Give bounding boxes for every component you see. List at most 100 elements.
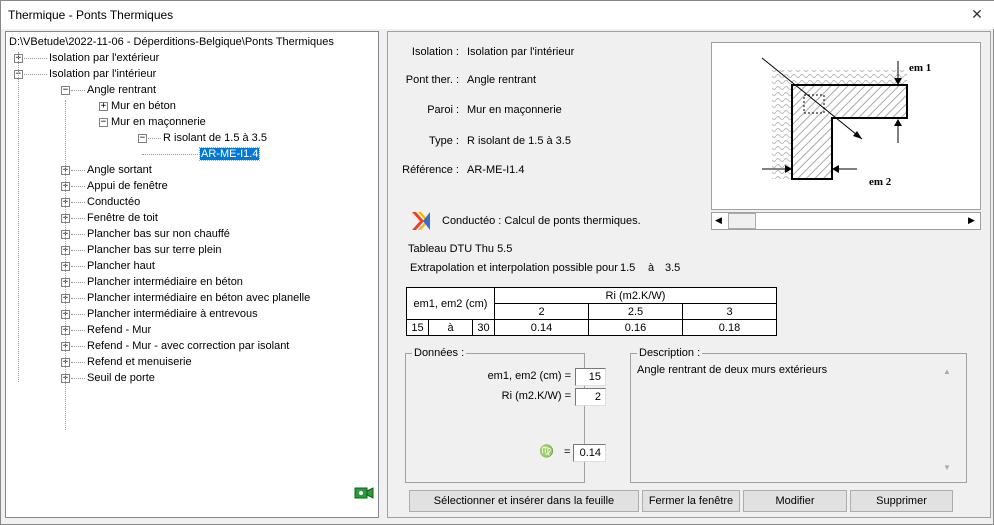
tree-item-label: AR-ME-I1.4 [198, 147, 261, 161]
donnees-legend: Données : [414, 347, 465, 359]
tree-connector [71, 298, 85, 299]
col-header-em: em1, em2 (cm) [406, 287, 495, 320]
tree-connector [71, 170, 85, 171]
tree-item[interactable]: Angle sortant [87, 162, 152, 178]
psi-cell: 0.16 [588, 319, 683, 336]
scroll-right-icon[interactable]: ▶ [968, 215, 975, 226]
ri-input[interactable]: 2 [575, 388, 606, 406]
tree-item[interactable]: Appui de fenêtre [87, 178, 168, 194]
tree-item[interactable]: Plancher haut [87, 258, 155, 274]
select-insert-button[interactable]: Sélectionner et insérer dans la feuille [409, 490, 639, 512]
tree-item[interactable]: Plancher intermédiaire à entrevous [87, 306, 258, 322]
tree-item-label: Plancher bas sur terre plein [87, 244, 222, 256]
window-title: Thermique - Ponts Thermiques [8, 8, 174, 22]
tree-item[interactable]: Refend et menuiserie [87, 354, 192, 370]
tree-connector [71, 266, 85, 267]
close-window-button[interactable]: Fermer la fenêtre [642, 490, 740, 512]
scroll-thumb[interactable] [728, 213, 756, 229]
info-value: R isolant de 1.5 à 3.5 [467, 135, 571, 147]
collapse-icon[interactable]: − [138, 134, 147, 143]
extrapolation-max: 3.5 [665, 262, 681, 274]
tree-connector [71, 202, 85, 203]
em2-label: em 2 [869, 176, 892, 188]
ri-value: 2.5 [588, 303, 683, 320]
tree-item-label: Refend et menuiserie [87, 356, 192, 368]
tree-item[interactable]: Plancher intermédiaire en béton avec pla… [87, 290, 310, 306]
em-input[interactable]: 15 [575, 368, 606, 386]
info-label: Référence : [402, 164, 459, 176]
tree-connector [71, 282, 85, 283]
modify-button[interactable]: Modifier [743, 490, 847, 512]
tree-item[interactable]: Conductéo [87, 194, 140, 210]
tree-item[interactable]: Plancher bas sur non chauffé [87, 226, 230, 242]
tree-item[interactable]: Angle rentrant [87, 82, 156, 98]
tree-connector [24, 58, 47, 59]
info-value: Angle rentrant [467, 74, 537, 86]
tree-connector [71, 186, 85, 187]
tree-item-label: Plancher intermédiaire en béton [87, 276, 243, 288]
info-label: Type : [429, 135, 459, 147]
scroll-up-icon[interactable]: ▲ [943, 367, 951, 376]
tree-connector [65, 100, 66, 430]
tree-item[interactable]: Refend - Mur - avec correction par isola… [87, 338, 289, 354]
ri-value: 2 [494, 303, 589, 320]
extrapolation-text: Extrapolation et interpolation possible … [410, 262, 618, 274]
tree-item-label: Seuil de porte [87, 372, 155, 384]
psi-cell: 0.14 [494, 319, 589, 336]
conducteo-text: Conductéo : Calcul de ponts thermiques. [442, 215, 641, 227]
close-button[interactable]: ✕ [967, 6, 987, 24]
tree-item[interactable]: Plancher bas sur terre plein [87, 242, 222, 258]
tree-item[interactable]: Isolation par l'extérieur [49, 50, 159, 66]
tree-item[interactable]: AR-ME-I1.4 [198, 146, 261, 162]
tree-item[interactable]: Fenêtre de toit [87, 210, 158, 226]
ri-label: Ri (m2.K/W) = [501, 390, 571, 402]
em-from: 15 [406, 319, 429, 336]
tree-connector [71, 314, 85, 315]
em1-label: em 1 [909, 62, 931, 74]
tree-item-label: Isolation par l'extérieur [49, 52, 160, 64]
scroll-left-icon[interactable]: ◀ [715, 215, 722, 226]
tree-item[interactable]: Plancher intermédiaire en béton [87, 274, 243, 290]
tree-item-label: Plancher bas sur non chauffé [87, 228, 230, 240]
camera-icon[interactable] [354, 485, 374, 501]
info-value: Mur en maçonnerie [467, 104, 562, 116]
tree-connector [71, 330, 85, 331]
scroll-down-icon[interactable]: ▼ [943, 463, 951, 472]
delete-button[interactable]: Supprimer [850, 490, 953, 512]
tree-item-label: Mur en béton [111, 100, 176, 112]
tree-connector [71, 250, 85, 251]
tree-item[interactable]: Mur en béton [111, 98, 176, 114]
tree-item-label: Plancher haut [87, 260, 155, 272]
collapse-icon[interactable]: − [99, 118, 108, 127]
psi-equals: = [564, 446, 571, 458]
dtu-table: em1, em2 (cm) Ri (m2.K/W) 2 2.5 3 15 à 30 0.1… [406, 287, 777, 336]
tree-view[interactable]: D:\VBetude\2022-11-06 - Déperditions-Bel… [5, 31, 379, 518]
tree-item[interactable]: Isolation par l'intérieur [49, 66, 156, 82]
tree-item-label: Plancher intermédiaire en béton avec pla… [87, 292, 311, 304]
donnees-group: Données : [405, 347, 585, 483]
expand-icon[interactable]: + [99, 102, 108, 111]
tree-item-label: Appui de fenêtre [87, 180, 168, 192]
em-sep: à [428, 319, 473, 336]
em-to: 30 [472, 319, 495, 336]
description-text[interactable]: Angle rentrant de deux murs extérieurs [637, 364, 827, 376]
tree-connector [71, 218, 85, 219]
tree-item[interactable]: Seuil de porte [87, 370, 155, 386]
tree-item[interactable]: Refend - Mur [87, 322, 151, 338]
psi-cell: 0.18 [682, 319, 777, 336]
info-label: Isolation : [411, 46, 459, 58]
tableau-label: Tableau DTU Thu 5.5 [408, 243, 513, 255]
tree-item-label: Mur en maçonnerie [111, 116, 206, 128]
tree-root[interactable]: D:\VBetude\2022-11-06 - Déperditions-Bel… [9, 34, 334, 50]
tree-item-label: Plancher intermédiaire à entrevous [87, 308, 258, 320]
collapse-icon[interactable]: − [61, 86, 70, 95]
col-header-ri: Ri (m2.K/W) [494, 287, 777, 304]
diagram-scrollbar[interactable]: ◀ ▶ [711, 212, 981, 230]
info-value: Isolation par l'intérieur [467, 46, 575, 58]
tree-connector [148, 138, 161, 139]
conducteo-logo-icon [410, 210, 432, 232]
tree-item[interactable]: Mur en maçonnerie [111, 114, 206, 130]
tree-item[interactable]: R isolant de 1.5 à 3.5 [163, 130, 267, 146]
extrapolation-sep: à [648, 262, 655, 274]
info-value: AR-ME-I1.4 [467, 164, 525, 176]
